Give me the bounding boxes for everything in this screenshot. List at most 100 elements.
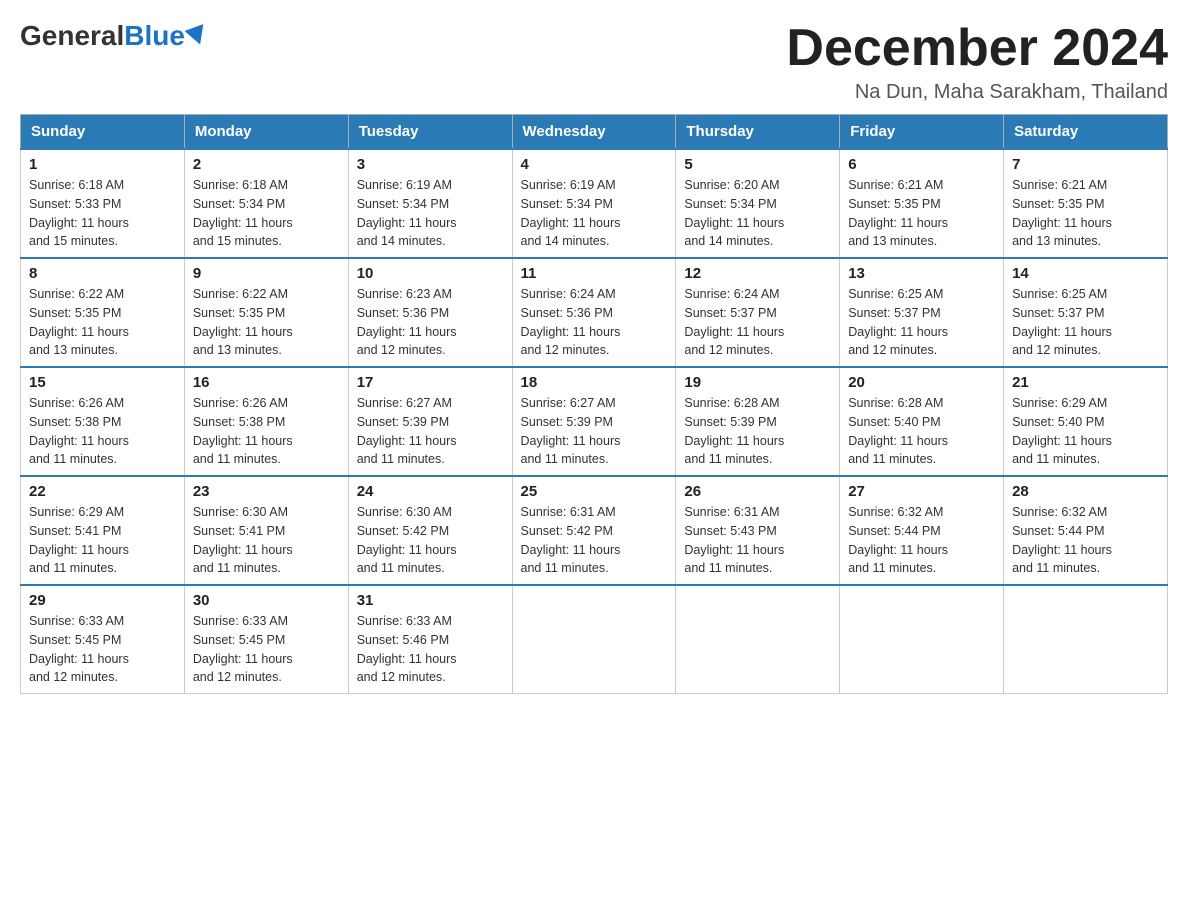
day-info: Sunrise: 6:26 AM Sunset: 5:38 PM Dayligh… xyxy=(193,394,340,469)
logo-triangle-icon xyxy=(184,24,209,48)
calendar-cell: 1 Sunrise: 6:18 AM Sunset: 5:33 PM Dayli… xyxy=(21,149,185,258)
weekday-header-saturday: Saturday xyxy=(1004,115,1168,150)
calendar-cell: 5 Sunrise: 6:20 AM Sunset: 5:34 PM Dayli… xyxy=(676,149,840,258)
day-number: 28 xyxy=(1012,483,1159,500)
calendar-cell: 30 Sunrise: 6:33 AM Sunset: 5:45 PM Dayl… xyxy=(184,585,348,694)
day-info: Sunrise: 6:25 AM Sunset: 5:37 PM Dayligh… xyxy=(848,285,995,360)
day-info: Sunrise: 6:26 AM Sunset: 5:38 PM Dayligh… xyxy=(29,394,176,469)
week-row-3: 15 Sunrise: 6:26 AM Sunset: 5:38 PM Dayl… xyxy=(21,367,1168,476)
day-info: Sunrise: 6:22 AM Sunset: 5:35 PM Dayligh… xyxy=(29,285,176,360)
day-info: Sunrise: 6:33 AM Sunset: 5:46 PM Dayligh… xyxy=(357,612,504,687)
calendar-cell: 26 Sunrise: 6:31 AM Sunset: 5:43 PM Dayl… xyxy=(676,476,840,585)
week-row-1: 1 Sunrise: 6:18 AM Sunset: 5:33 PM Dayli… xyxy=(21,149,1168,258)
day-number: 8 xyxy=(29,265,176,282)
calendar-cell: 12 Sunrise: 6:24 AM Sunset: 5:37 PM Dayl… xyxy=(676,258,840,367)
calendar-cell: 22 Sunrise: 6:29 AM Sunset: 5:41 PM Dayl… xyxy=(21,476,185,585)
logo-blue-part: Blue xyxy=(124,20,207,52)
day-number: 24 xyxy=(357,483,504,500)
day-number: 1 xyxy=(29,156,176,173)
calendar-cell: 24 Sunrise: 6:30 AM Sunset: 5:42 PM Dayl… xyxy=(348,476,512,585)
day-number: 31 xyxy=(357,592,504,609)
day-number: 20 xyxy=(848,374,995,391)
calendar-cell: 29 Sunrise: 6:33 AM Sunset: 5:45 PM Dayl… xyxy=(21,585,185,694)
logo-blue-text: Blue xyxy=(124,20,185,52)
day-info: Sunrise: 6:21 AM Sunset: 5:35 PM Dayligh… xyxy=(848,176,995,251)
calendar-cell: 8 Sunrise: 6:22 AM Sunset: 5:35 PM Dayli… xyxy=(21,258,185,367)
calendar-cell: 15 Sunrise: 6:26 AM Sunset: 5:38 PM Dayl… xyxy=(21,367,185,476)
calendar-header-row: SundayMondayTuesdayWednesdayThursdayFrid… xyxy=(21,115,1168,150)
calendar-cell: 16 Sunrise: 6:26 AM Sunset: 5:38 PM Dayl… xyxy=(184,367,348,476)
calendar-cell: 7 Sunrise: 6:21 AM Sunset: 5:35 PM Dayli… xyxy=(1004,149,1168,258)
page-header: General Blue December 2024 Na Dun, Maha … xyxy=(20,20,1168,104)
day-info: Sunrise: 6:28 AM Sunset: 5:39 PM Dayligh… xyxy=(684,394,831,469)
day-number: 27 xyxy=(848,483,995,500)
day-number: 11 xyxy=(521,265,668,282)
calendar-cell: 18 Sunrise: 6:27 AM Sunset: 5:39 PM Dayl… xyxy=(512,367,676,476)
logo-general-text: General xyxy=(20,20,124,52)
calendar-cell: 14 Sunrise: 6:25 AM Sunset: 5:37 PM Dayl… xyxy=(1004,258,1168,367)
day-number: 12 xyxy=(684,265,831,282)
day-number: 3 xyxy=(357,156,504,173)
calendar-cell: 3 Sunrise: 6:19 AM Sunset: 5:34 PM Dayli… xyxy=(348,149,512,258)
weekday-header-friday: Friday xyxy=(840,115,1004,150)
day-info: Sunrise: 6:24 AM Sunset: 5:36 PM Dayligh… xyxy=(521,285,668,360)
day-number: 5 xyxy=(684,156,831,173)
calendar-cell: 17 Sunrise: 6:27 AM Sunset: 5:39 PM Dayl… xyxy=(348,367,512,476)
day-info: Sunrise: 6:28 AM Sunset: 5:40 PM Dayligh… xyxy=(848,394,995,469)
day-info: Sunrise: 6:29 AM Sunset: 5:41 PM Dayligh… xyxy=(29,503,176,578)
day-number: 4 xyxy=(521,156,668,173)
day-info: Sunrise: 6:25 AM Sunset: 5:37 PM Dayligh… xyxy=(1012,285,1159,360)
day-number: 9 xyxy=(193,265,340,282)
calendar-cell: 4 Sunrise: 6:19 AM Sunset: 5:34 PM Dayli… xyxy=(512,149,676,258)
day-info: Sunrise: 6:29 AM Sunset: 5:40 PM Dayligh… xyxy=(1012,394,1159,469)
day-number: 16 xyxy=(193,374,340,391)
day-number: 26 xyxy=(684,483,831,500)
logo: General Blue xyxy=(20,20,207,52)
day-info: Sunrise: 6:18 AM Sunset: 5:33 PM Dayligh… xyxy=(29,176,176,251)
weekday-header-thursday: Thursday xyxy=(676,115,840,150)
weekday-header-wednesday: Wednesday xyxy=(512,115,676,150)
day-info: Sunrise: 6:33 AM Sunset: 5:45 PM Dayligh… xyxy=(193,612,340,687)
day-info: Sunrise: 6:22 AM Sunset: 5:35 PM Dayligh… xyxy=(193,285,340,360)
month-year-title: December 2024 xyxy=(786,20,1168,77)
calendar-cell: 11 Sunrise: 6:24 AM Sunset: 5:36 PM Dayl… xyxy=(512,258,676,367)
day-info: Sunrise: 6:24 AM Sunset: 5:37 PM Dayligh… xyxy=(684,285,831,360)
day-info: Sunrise: 6:27 AM Sunset: 5:39 PM Dayligh… xyxy=(521,394,668,469)
day-info: Sunrise: 6:30 AM Sunset: 5:42 PM Dayligh… xyxy=(357,503,504,578)
day-number: 17 xyxy=(357,374,504,391)
week-row-2: 8 Sunrise: 6:22 AM Sunset: 5:35 PM Dayli… xyxy=(21,258,1168,367)
day-info: Sunrise: 6:33 AM Sunset: 5:45 PM Dayligh… xyxy=(29,612,176,687)
calendar-cell: 20 Sunrise: 6:28 AM Sunset: 5:40 PM Dayl… xyxy=(840,367,1004,476)
calendar-cell xyxy=(840,585,1004,694)
weekday-header-sunday: Sunday xyxy=(21,115,185,150)
calendar-cell: 21 Sunrise: 6:29 AM Sunset: 5:40 PM Dayl… xyxy=(1004,367,1168,476)
day-number: 13 xyxy=(848,265,995,282)
day-number: 15 xyxy=(29,374,176,391)
location-subtitle: Na Dun, Maha Sarakham, Thailand xyxy=(786,81,1168,104)
title-section: December 2024 Na Dun, Maha Sarakham, Tha… xyxy=(786,20,1168,104)
calendar-table: SundayMondayTuesdayWednesdayThursdayFrid… xyxy=(20,114,1168,694)
day-info: Sunrise: 6:19 AM Sunset: 5:34 PM Dayligh… xyxy=(357,176,504,251)
calendar-cell: 31 Sunrise: 6:33 AM Sunset: 5:46 PM Dayl… xyxy=(348,585,512,694)
day-number: 29 xyxy=(29,592,176,609)
calendar-cell: 25 Sunrise: 6:31 AM Sunset: 5:42 PM Dayl… xyxy=(512,476,676,585)
day-number: 22 xyxy=(29,483,176,500)
calendar-cell: 2 Sunrise: 6:18 AM Sunset: 5:34 PM Dayli… xyxy=(184,149,348,258)
day-info: Sunrise: 6:31 AM Sunset: 5:42 PM Dayligh… xyxy=(521,503,668,578)
day-info: Sunrise: 6:19 AM Sunset: 5:34 PM Dayligh… xyxy=(521,176,668,251)
day-info: Sunrise: 6:32 AM Sunset: 5:44 PM Dayligh… xyxy=(1012,503,1159,578)
day-number: 25 xyxy=(521,483,668,500)
calendar-cell: 19 Sunrise: 6:28 AM Sunset: 5:39 PM Dayl… xyxy=(676,367,840,476)
day-number: 7 xyxy=(1012,156,1159,173)
day-info: Sunrise: 6:20 AM Sunset: 5:34 PM Dayligh… xyxy=(684,176,831,251)
day-info: Sunrise: 6:27 AM Sunset: 5:39 PM Dayligh… xyxy=(357,394,504,469)
day-number: 6 xyxy=(848,156,995,173)
calendar-cell xyxy=(1004,585,1168,694)
day-info: Sunrise: 6:21 AM Sunset: 5:35 PM Dayligh… xyxy=(1012,176,1159,251)
day-number: 2 xyxy=(193,156,340,173)
day-info: Sunrise: 6:31 AM Sunset: 5:43 PM Dayligh… xyxy=(684,503,831,578)
day-number: 19 xyxy=(684,374,831,391)
day-number: 21 xyxy=(1012,374,1159,391)
day-number: 14 xyxy=(1012,265,1159,282)
day-info: Sunrise: 6:23 AM Sunset: 5:36 PM Dayligh… xyxy=(357,285,504,360)
